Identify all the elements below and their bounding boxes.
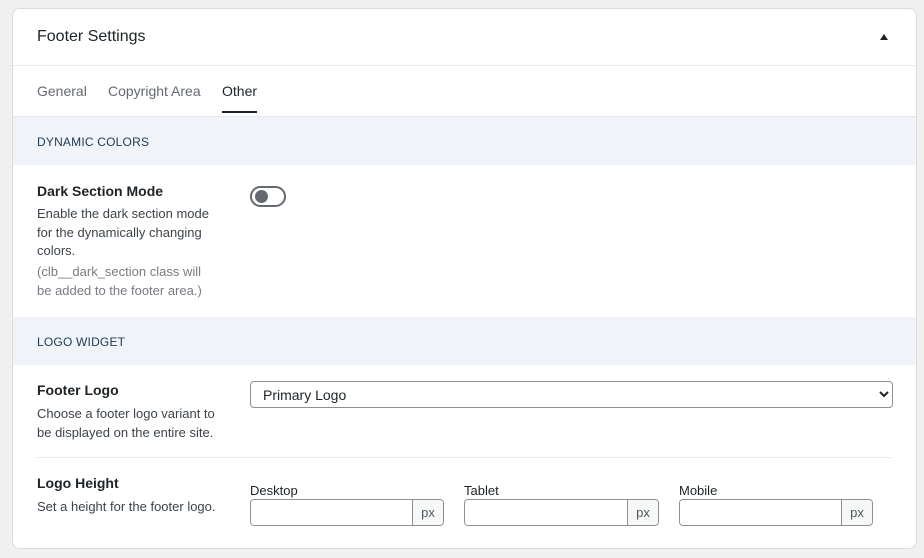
mobile-unit-label: px <box>841 500 872 525</box>
dark-section-mode-note: (clb__dark_section class will be added t… <box>37 264 202 298</box>
footer-logo-label: Footer Logo <box>37 382 119 398</box>
dark-section-mode-description: Enable the dark section mode for the dyn… <box>37 206 209 258</box>
section-heading-label: LOGO WIDGET <box>37 335 126 349</box>
dark-section-mode-toggle[interactable] <box>250 186 286 207</box>
logo-height-description: Set a height for the footer logo. <box>37 499 216 514</box>
tablet-height-input[interactable] <box>465 500 627 525</box>
caret-up-icon <box>880 34 888 40</box>
desktop-unit-label: px <box>412 500 443 525</box>
desktop-label: Desktop <box>250 483 298 498</box>
section-heading-label: DYNAMIC COLORS <box>37 135 150 149</box>
footer-logo-description: Choose a footer logo variant to be displ… <box>37 406 215 440</box>
toggle-knob <box>255 190 268 203</box>
desktop-height-field: px <box>250 499 444 526</box>
tab-bar: General Copyright Area Other <box>13 66 916 117</box>
collapse-toggle-button[interactable] <box>876 29 892 45</box>
logo-height-label: Logo Height <box>37 475 119 491</box>
panel-header: Footer Settings <box>13 9 916 66</box>
tablet-height-field: px <box>464 499 659 526</box>
mobile-height-field: px <box>679 499 873 526</box>
section-heading-logo-widget: LOGO WIDGET <box>13 317 916 365</box>
logo-height-row: Logo Height Set a height for the footer … <box>13 458 916 548</box>
mobile-label: Mobile <box>679 483 718 498</box>
tab-copyright-area[interactable]: Copyright Area <box>108 83 201 113</box>
tab-other[interactable]: Other <box>222 83 258 113</box>
mobile-height-input[interactable] <box>680 500 841 525</box>
panel-title: Footer Settings <box>37 28 146 45</box>
desktop-height-input[interactable] <box>251 500 412 525</box>
footer-logo-select[interactable]: Primary Logo <box>250 381 893 408</box>
section-heading-dynamic-colors: DYNAMIC COLORS <box>13 117 916 165</box>
dark-section-mode-row: Dark Section Mode Enable the dark sectio… <box>13 165 916 317</box>
tab-general[interactable]: General <box>37 83 87 113</box>
tablet-unit-label: px <box>627 500 658 525</box>
footer-settings-panel: Footer Settings General Copyright Area O… <box>12 8 917 549</box>
footer-logo-row: Footer Logo Choose a footer logo variant… <box>13 365 916 458</box>
dark-section-mode-label: Dark Section Mode <box>37 183 164 199</box>
tablet-label: Tablet <box>464 483 499 498</box>
